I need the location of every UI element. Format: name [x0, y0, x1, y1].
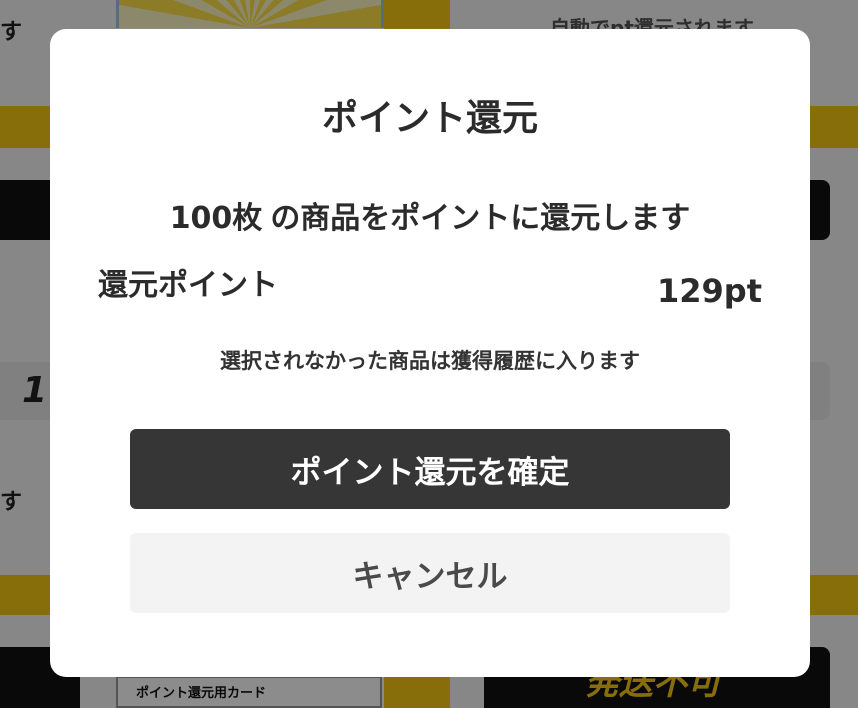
points-label: 還元ポイント — [98, 268, 278, 303]
dialog-note: 選択されなかった商品は獲得履歴に入ります — [220, 349, 640, 373]
confirm-button[interactable]: ポイント還元を確定 — [130, 429, 730, 509]
item-count: 100枚 — [169, 201, 263, 236]
dialog-title: ポイント還元 — [321, 98, 538, 139]
point-return-dialog: ポイント還元 100枚 の商品をポイントに還元します 還元ポイント 129pt 選… — [50, 29, 810, 677]
points-row: 還元ポイント 129pt — [98, 271, 762, 311]
points-value: 129pt — [657, 272, 762, 310]
dialog-message: 100枚 の商品をポイントに還元します — [50, 204, 810, 234]
dialog-message-text: の商品をポイントに還元します — [270, 201, 691, 236]
cancel-button[interactable]: キャンセル — [130, 533, 730, 613]
